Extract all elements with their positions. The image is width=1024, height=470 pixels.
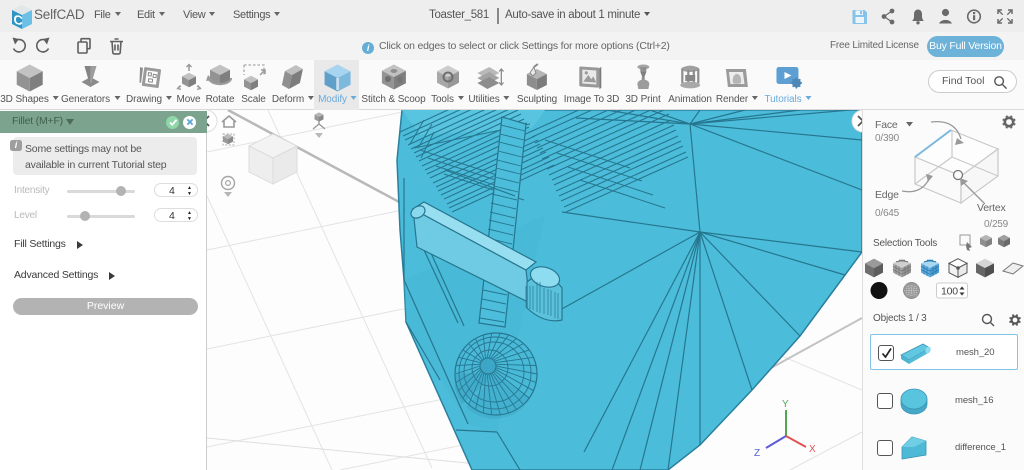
svg-text:C: C xyxy=(14,12,24,29)
svg-text:Vertex: Vertex xyxy=(977,202,1007,214)
svg-text:Edge: Edge xyxy=(875,189,899,201)
svg-text:X: X xyxy=(809,444,816,455)
svg-text:0/259: 0/259 xyxy=(984,219,1009,230)
svg-text:Face: Face xyxy=(875,119,898,131)
svg-text:0/645: 0/645 xyxy=(875,208,900,219)
svg-text:100: 100 xyxy=(941,286,958,298)
svg-text:Y: Y xyxy=(782,399,789,410)
svg-text:Z: Z xyxy=(754,448,760,459)
svg-text:0/390: 0/390 xyxy=(875,133,900,144)
svg-text:Selection Tools: Selection Tools xyxy=(873,238,937,249)
